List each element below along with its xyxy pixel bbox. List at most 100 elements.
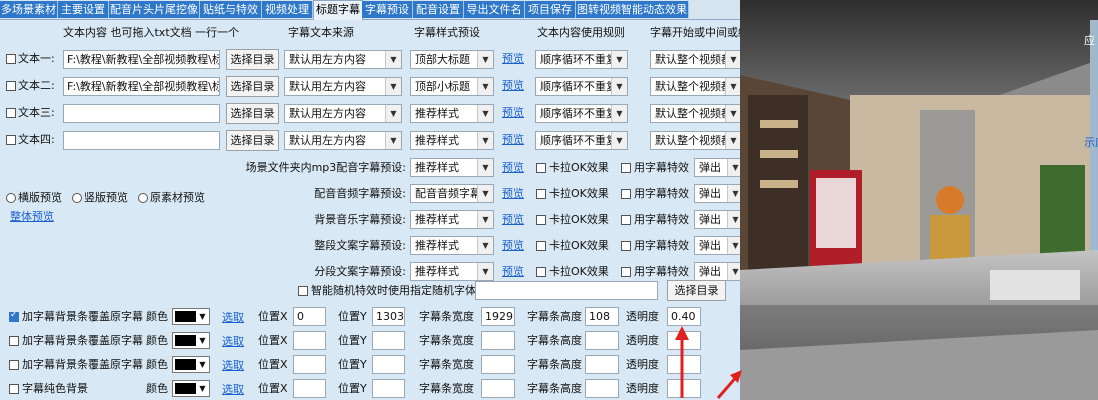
- subtitle-effect-checkbox[interactable]: [621, 215, 631, 225]
- bar-height-input[interactable]: 108: [585, 307, 619, 326]
- bar-width-input[interactable]: [481, 331, 515, 350]
- style-preview-link[interactable]: 预览: [502, 79, 524, 93]
- style-preview-link[interactable]: 预览: [502, 106, 524, 120]
- color-swatch[interactable]: ▼: [172, 380, 210, 397]
- preset-preview-link[interactable]: 预览: [502, 187, 524, 201]
- pick-color-link[interactable]: 选取: [222, 383, 244, 397]
- text-row-path[interactable]: F:\教程\新教程\全部视频教程\标题: [63, 50, 220, 69]
- tab-video-processing[interactable]: 视频处理: [262, 1, 313, 18]
- text-row-checkbox[interactable]: [6, 135, 16, 145]
- subtitle-effect-checkbox[interactable]: [621, 189, 631, 199]
- bar-height-input[interactable]: [585, 379, 619, 398]
- style-preset-select[interactable]: 推荐样式 ▼: [410, 131, 494, 150]
- preset-preview-link[interactable]: 预览: [502, 265, 524, 279]
- start-position-select[interactable]: 默认整个视频都显示▼: [650, 104, 742, 123]
- text-row-checkbox[interactable]: [6, 81, 16, 91]
- preset-style-select[interactable]: 推荐样式 ▼: [410, 262, 494, 281]
- pick-color-link[interactable]: 选取: [222, 359, 244, 373]
- color-swatch[interactable]: ▼: [172, 308, 210, 325]
- style-preview-link[interactable]: 预览: [502, 133, 524, 147]
- effect-select[interactable]: 弹出 ▼: [694, 262, 744, 281]
- usage-rule-select[interactable]: 顺序循环不重复 ▼: [535, 104, 628, 123]
- preset-preview-link[interactable]: 预览: [502, 239, 524, 253]
- subtitle-effect-checkbox[interactable]: [621, 267, 631, 277]
- subtitle-source-select[interactable]: 默认用左方内容 ▼: [284, 77, 402, 96]
- random-font-select-button[interactable]: 选择目录: [667, 280, 726, 301]
- style-preview-link[interactable]: 预览: [502, 52, 524, 66]
- karaoke-checkbox[interactable]: [536, 215, 546, 225]
- tab-stickers[interactable]: 贴纸与特效: [200, 1, 262, 18]
- tab-image-to-video[interactable]: 图转视频智能动态效果: [576, 1, 689, 18]
- usage-rule-select[interactable]: 顺序循环不重复 ▼: [535, 50, 628, 69]
- portrait-preview-radio[interactable]: [72, 193, 82, 203]
- pick-color-link[interactable]: 选取: [222, 335, 244, 349]
- color-swatch[interactable]: ▼: [172, 332, 210, 349]
- bar-width-input[interactable]: [481, 355, 515, 374]
- subtitle-effect-checkbox[interactable]: [621, 241, 631, 251]
- pos-y-input[interactable]: [372, 379, 405, 398]
- pos-y-input[interactable]: [372, 331, 405, 350]
- source-preview-radio[interactable]: [138, 193, 148, 203]
- effect-select[interactable]: 弹出 ▼: [694, 210, 744, 229]
- preset-style-select[interactable]: 推荐样式 ▼: [410, 210, 494, 229]
- pos-x-input[interactable]: [293, 331, 326, 350]
- bar-width-input[interactable]: [481, 379, 515, 398]
- text-row-path[interactable]: [63, 131, 220, 150]
- color-swatch[interactable]: ▼: [172, 356, 210, 373]
- preset-style-select[interactable]: 配音音频字幕 ▼: [410, 184, 494, 203]
- pick-color-link[interactable]: 选取: [222, 311, 244, 325]
- karaoke-checkbox[interactable]: [536, 267, 546, 277]
- text-row-checkbox[interactable]: [6, 54, 16, 64]
- subtitle-source-select[interactable]: 默认用左方内容 ▼: [284, 50, 402, 69]
- effect-select[interactable]: 弹出 ▼: [694, 158, 744, 177]
- tab-subtitle-presets[interactable]: 字幕预设: [362, 1, 413, 18]
- random-font-checkbox[interactable]: [298, 286, 308, 296]
- subtitle-source-select[interactable]: 默认用左方内容 ▼: [284, 104, 402, 123]
- bg-bar-checkbox[interactable]: [9, 310, 19, 322]
- bar-width-input[interactable]: 1929: [481, 307, 515, 326]
- subtitle-effect-checkbox[interactable]: [621, 163, 631, 173]
- text-row-checkbox[interactable]: [6, 108, 16, 118]
- pos-y-input[interactable]: [372, 355, 405, 374]
- start-position-select[interactable]: 默认整个视频都显示▼: [650, 50, 742, 69]
- tab-project-save[interactable]: 项目保存: [525, 1, 576, 18]
- text-row-path[interactable]: [63, 104, 220, 123]
- pos-y-input[interactable]: 1303: [372, 307, 405, 326]
- subtitle-source-select[interactable]: 默认用左方内容 ▼: [284, 131, 402, 150]
- style-preset-select[interactable]: 推荐样式 ▼: [410, 104, 494, 123]
- bar-height-input[interactable]: [585, 355, 619, 374]
- style-preset-select[interactable]: 顶部小标题 ▼: [410, 77, 494, 96]
- select-dir-button[interactable]: 选择目录: [226, 103, 279, 124]
- start-position-select[interactable]: 默认整个视频都显示▼: [650, 131, 742, 150]
- tab-title-subtitles[interactable]: 标题字幕: [313, 0, 363, 20]
- bg-bar-checkbox[interactable]: [9, 360, 19, 370]
- bg-bar-checkbox[interactable]: [9, 336, 19, 346]
- tab-export-filename[interactable]: 导出文件名: [464, 1, 525, 18]
- select-dir-button[interactable]: 选择目录: [226, 76, 279, 97]
- tab-multi-scene[interactable]: 多场景素材: [0, 1, 58, 18]
- overall-preview-link[interactable]: 整体预览: [10, 210, 54, 224]
- usage-rule-select[interactable]: 顺序循环不重复 ▼: [535, 77, 628, 96]
- effect-select[interactable]: 弹出 ▼: [694, 236, 744, 255]
- bar-height-input[interactable]: [585, 331, 619, 350]
- pos-x-input[interactable]: [293, 355, 326, 374]
- effect-select[interactable]: 弹出 ▼: [694, 184, 744, 203]
- preset-style-select[interactable]: 推荐样式 ▼: [410, 158, 494, 177]
- tab-main-settings[interactable]: 主要设置: [58, 1, 109, 18]
- select-dir-button[interactable]: 选择目录: [226, 130, 279, 151]
- text-row-path[interactable]: F:\教程\新教程\全部视频教程\标题: [63, 77, 220, 96]
- start-position-select[interactable]: 默认整个视频都显示▼: [650, 77, 742, 96]
- preset-preview-link[interactable]: 预览: [502, 161, 524, 175]
- preset-style-select[interactable]: 推荐样式 ▼: [410, 236, 494, 255]
- tab-intro-outro[interactable]: 配音片头片尾挖像: [109, 1, 200, 18]
- pos-x-input[interactable]: [293, 379, 326, 398]
- bg-bar-checkbox[interactable]: [9, 384, 19, 394]
- karaoke-checkbox[interactable]: [536, 241, 546, 251]
- karaoke-checkbox[interactable]: [536, 189, 546, 199]
- select-dir-button[interactable]: 选择目录: [226, 49, 279, 70]
- preset-preview-link[interactable]: 预览: [502, 213, 524, 227]
- karaoke-checkbox[interactable]: [536, 163, 546, 173]
- random-font-path[interactable]: [475, 281, 658, 300]
- usage-rule-select[interactable]: 顺序循环不重复 ▼: [535, 131, 628, 150]
- style-preset-select[interactable]: 顶部大标题 ▼: [410, 50, 494, 69]
